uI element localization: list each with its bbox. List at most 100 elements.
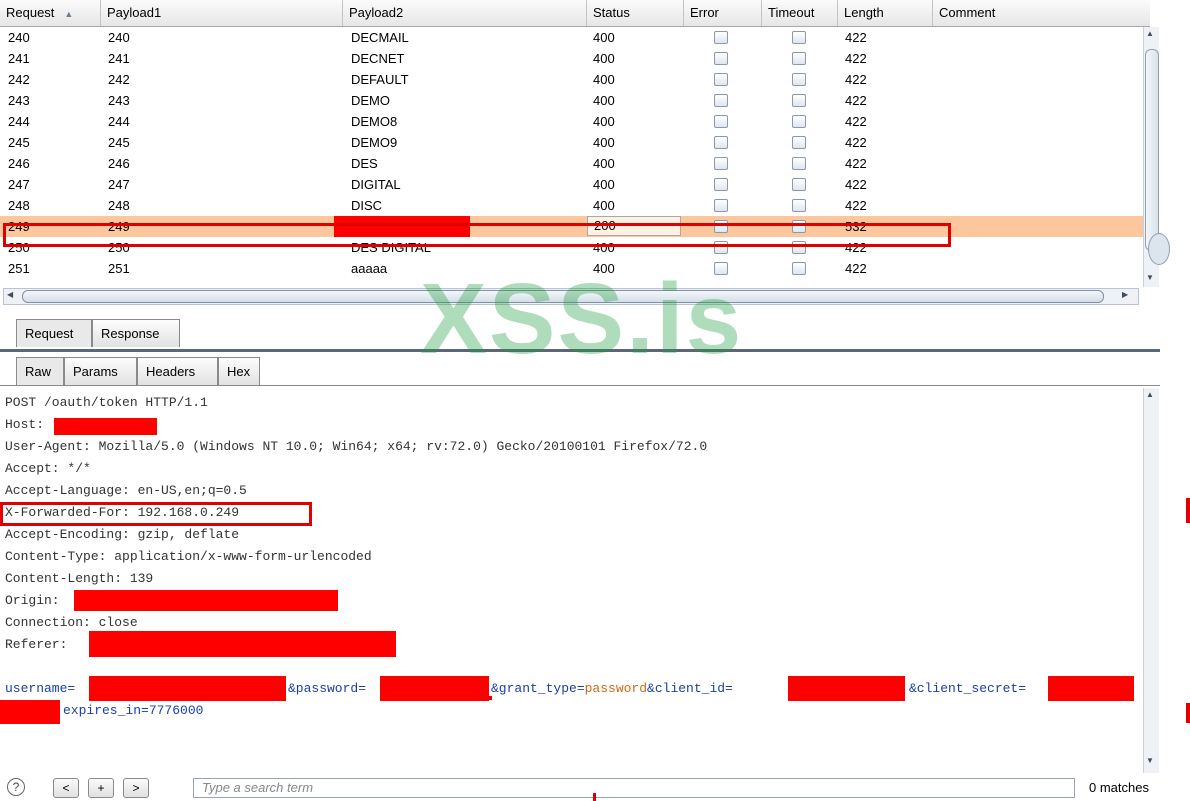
timeout-checkbox[interactable]	[792, 31, 806, 44]
cell-timeout	[792, 31, 806, 44]
error-checkbox[interactable]	[714, 262, 728, 275]
add-search-button[interactable]: +	[88, 778, 114, 798]
table-row[interactable]: 245 245 DEMO9 400 422	[0, 132, 1143, 153]
raw-request-editor[interactable]: POST /oauth/token HTTP/1.1 Host: User-Ag…	[0, 392, 1142, 768]
error-checkbox[interactable]	[714, 31, 728, 44]
timeout-checkbox[interactable]	[792, 199, 806, 212]
timeout-checkbox[interactable]	[792, 94, 806, 107]
highlight-box-x-forwarded-for	[0, 502, 312, 526]
column-header-payload2[interactable]: Payload2	[343, 0, 587, 26]
scroll-knob[interactable]	[1148, 233, 1170, 265]
timeout-checkbox[interactable]	[792, 52, 806, 65]
cell-request: 246	[8, 156, 30, 171]
cell-length: 422	[845, 93, 867, 108]
tab-headers[interactable]: Headers	[137, 357, 218, 385]
tab-raw[interactable]: Raw	[16, 357, 64, 385]
scroll-up-arrow-icon[interactable]: ▲	[1146, 29, 1154, 38]
table-row[interactable]: 241 241 DECNET 400 422	[0, 48, 1143, 69]
column-header-length[interactable]: Length	[838, 0, 933, 26]
error-checkbox[interactable]	[714, 52, 728, 65]
previous-match-button[interactable]: <	[53, 778, 79, 798]
table-row[interactable]: 242 242 DEFAULT 400 422	[0, 69, 1143, 90]
cell-status: 400	[593, 30, 615, 45]
timeout-checkbox[interactable]	[792, 136, 806, 149]
cell-length: 422	[845, 51, 867, 66]
tab-hex[interactable]: Hex	[218, 357, 260, 385]
match-count: 0 matches	[1089, 780, 1149, 795]
error-checkbox[interactable]	[714, 199, 728, 212]
next-match-button[interactable]: >	[123, 778, 149, 798]
cell-payload2: DES	[351, 156, 378, 171]
error-checkbox[interactable]	[714, 157, 728, 170]
cell-status: 400	[593, 72, 615, 87]
column-header-payload1[interactable]: Payload1	[101, 0, 343, 26]
error-checkbox[interactable]	[714, 178, 728, 191]
error-checkbox[interactable]	[714, 94, 728, 107]
cell-payload2: DEMO9	[351, 135, 398, 150]
scroll-down-arrow-icon[interactable]: ▼	[1146, 273, 1154, 282]
tab-params[interactable]: Params	[64, 357, 137, 385]
column-header-comment[interactable]: Comment	[933, 0, 1150, 26]
column-header-request[interactable]: Request ▲	[0, 0, 101, 26]
error-checkbox[interactable]	[714, 73, 728, 86]
param-client-secret: &client_secret=	[909, 678, 1026, 700]
timeout-checkbox[interactable]	[792, 115, 806, 128]
cell-payload1: 244	[108, 114, 130, 129]
highlight-box-selected-row	[3, 223, 951, 247]
help-icon[interactable]: ?	[7, 778, 25, 796]
red-mark	[593, 793, 596, 801]
column-header-status[interactable]: Status	[587, 0, 684, 26]
cell-payload1: 241	[108, 51, 130, 66]
cell-timeout	[792, 157, 806, 170]
cell-request: 242	[8, 72, 30, 87]
redaction-client-id	[788, 676, 905, 701]
scrollbar-thumb[interactable]	[1145, 49, 1159, 251]
cell-status: 400	[593, 114, 615, 129]
cell-payload1: 251	[108, 261, 130, 276]
header-referer: Referer:	[5, 637, 68, 652]
table-row[interactable]: 247 247 DIGITAL 400 422	[0, 174, 1143, 195]
editor-scroll-up-arrow-icon[interactable]: ▲	[1146, 390, 1154, 399]
table-row[interactable]: 240 240 DECMAIL 400 422	[0, 27, 1143, 48]
cell-length: 422	[845, 114, 867, 129]
param-expires-in-text: expires_in=7776000	[63, 703, 204, 718]
table-row[interactable]: 246 246 DES 400 422	[0, 153, 1143, 174]
cell-timeout	[792, 115, 806, 128]
table-row[interactable]: 244 244 DEMO8 400 422	[0, 111, 1143, 132]
cell-payload2: DEFAULT	[351, 72, 409, 87]
horizontal-scrollbar-thumb[interactable]	[22, 290, 1104, 303]
cell-length: 422	[845, 261, 867, 276]
tab-request[interactable]: Request	[16, 319, 92, 347]
cell-error	[714, 178, 728, 191]
column-header-error[interactable]: Error	[684, 0, 762, 26]
header-accept-language: Accept-Language: en-US,en;q=0.5	[5, 483, 247, 498]
scroll-right-arrow-icon[interactable]: ▶	[1122, 290, 1128, 299]
cell-payload2: DEMO8	[351, 114, 398, 129]
cell-request: 247	[8, 177, 30, 192]
table-row[interactable]: 248 248 DISC 400 422	[0, 195, 1143, 216]
editor-scroll-down-arrow-icon[interactable]: ▼	[1146, 756, 1154, 765]
table-horizontal-scrollbar[interactable]: ◀ ▶	[3, 288, 1139, 305]
cell-request: 245	[8, 135, 30, 150]
red-mark	[1186, 703, 1190, 723]
tab-response[interactable]: Response	[92, 319, 180, 347]
timeout-checkbox[interactable]	[792, 157, 806, 170]
column-header-timeout[interactable]: Timeout	[762, 0, 838, 26]
editor-vertical-scrollbar[interactable]: ▲ ▼	[1143, 388, 1159, 773]
redaction-origin	[74, 590, 338, 611]
timeout-checkbox[interactable]	[792, 262, 806, 275]
redaction-client-secret-part2	[0, 700, 60, 724]
timeout-checkbox[interactable]	[792, 73, 806, 86]
cell-timeout	[792, 136, 806, 149]
cell-length: 422	[845, 135, 867, 150]
error-checkbox[interactable]	[714, 115, 728, 128]
table-row[interactable]: 251 251 aaaaa 400 422	[0, 258, 1143, 279]
error-checkbox[interactable]	[714, 136, 728, 149]
scroll-left-arrow-icon[interactable]: ◀	[7, 290, 13, 299]
cell-payload1: 243	[108, 93, 130, 108]
tab-divider	[0, 349, 1160, 352]
cell-status: 400	[593, 198, 615, 213]
search-input[interactable]: Type a search term	[193, 778, 1075, 798]
table-row[interactable]: 243 243 DEMO 400 422	[0, 90, 1143, 111]
timeout-checkbox[interactable]	[792, 178, 806, 191]
